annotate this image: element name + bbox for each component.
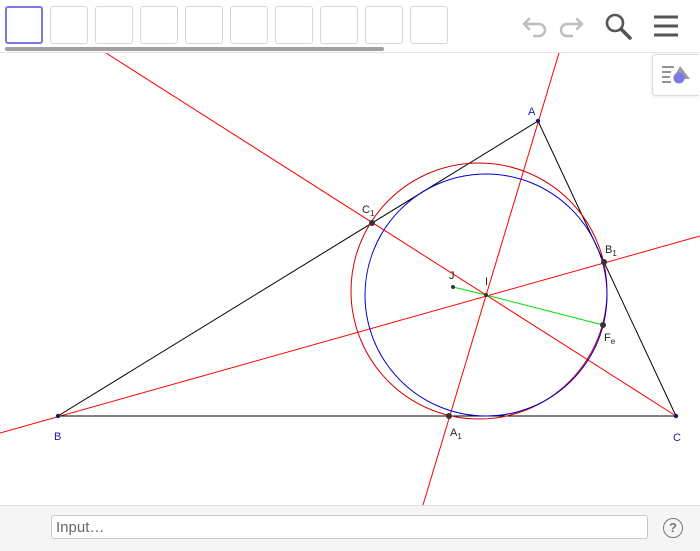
- input-bar: ?: [0, 505, 700, 551]
- label-fe: Fe: [604, 332, 616, 346]
- tool-perpendicular-button[interactable]: [140, 6, 178, 44]
- label-a1: A1: [450, 427, 462, 441]
- bisector-line-b[interactable]: [0, 235, 700, 434]
- tool-polygon-button[interactable]: [185, 6, 223, 44]
- label-j: J: [449, 270, 455, 282]
- toolbar-scrollbar[interactable]: [5, 47, 384, 51]
- point-c1[interactable]: [369, 220, 375, 226]
- tool-line-button[interactable]: [95, 6, 133, 44]
- label-c: C: [673, 432, 681, 444]
- label-b1: B1: [605, 244, 617, 258]
- algebra-input-field[interactable]: [51, 515, 648, 539]
- label-c1: C1: [362, 204, 375, 218]
- point-j[interactable]: [451, 285, 455, 289]
- graphics-view[interactable]: A B C A1 B1 C1 I J Fe: [0, 53, 700, 505]
- style-bar-toggle-button[interactable]: [652, 54, 699, 96]
- label-i: I: [485, 276, 488, 288]
- point-a1[interactable]: [446, 413, 452, 419]
- menu-icon[interactable]: [651, 11, 681, 41]
- segment-i-fe[interactable]: [485, 294, 604, 326]
- undo-icon[interactable]: [520, 11, 550, 41]
- tool-slider-button[interactable]: [410, 6, 448, 44]
- label-a: A: [528, 106, 536, 118]
- point-a[interactable]: [535, 118, 541, 124]
- tool-reflect-button[interactable]: [365, 6, 403, 44]
- tool-ellipse-button[interactable]: [275, 6, 313, 44]
- segment-j-i[interactable]: [452, 286, 487, 296]
- search-icon[interactable]: [603, 11, 633, 41]
- tool-angle-button[interactable]: [320, 6, 358, 44]
- point-i[interactable]: [484, 293, 488, 297]
- tool-move-button[interactable]: [5, 6, 43, 44]
- point-fe[interactable]: [600, 322, 606, 328]
- redo-icon[interactable]: [556, 11, 586, 41]
- label-b: B: [54, 431, 61, 443]
- point-b1[interactable]: [601, 259, 607, 265]
- point-b[interactable]: [55, 413, 61, 419]
- tool-circle-button[interactable]: [230, 6, 268, 44]
- toolbar: [0, 0, 700, 53]
- help-button[interactable]: ?: [663, 518, 683, 538]
- style-bar-icon: [662, 66, 690, 84]
- tool-point-button[interactable]: [50, 6, 88, 44]
- point-c[interactable]: [673, 413, 679, 419]
